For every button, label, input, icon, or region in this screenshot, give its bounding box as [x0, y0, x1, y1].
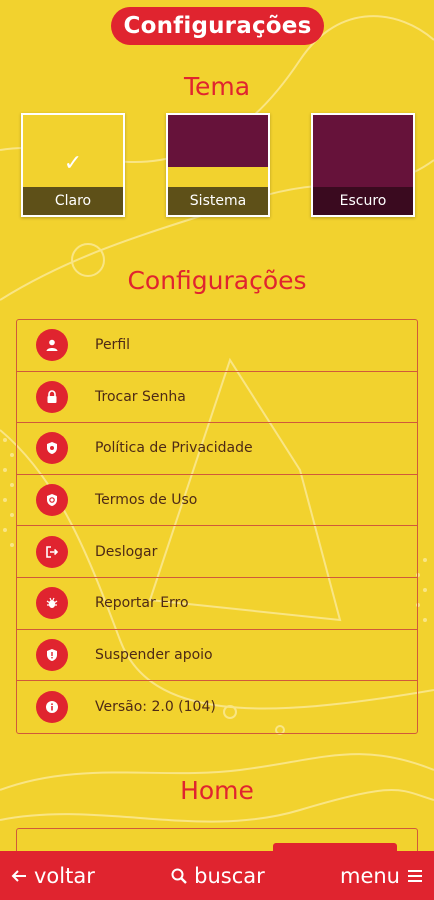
settings-item-label: Versão: 2.0 (104) [95, 698, 216, 715]
settings-item-privacy-policy[interactable]: Política de Privacidade [17, 423, 417, 475]
settings-item-label: Deslogar [95, 543, 158, 560]
lock-icon [36, 380, 68, 413]
theme-option-label: Claro [23, 187, 123, 215]
settings-item-report-error[interactable]: Reportar Erro [17, 578, 417, 630]
theme-option-light[interactable]: ✓ Claro [21, 113, 125, 217]
shield-at-icon [36, 484, 68, 517]
arrow-left-icon [11, 869, 26, 882]
info-icon [36, 690, 68, 723]
search-icon [171, 868, 187, 884]
settings-item-suspend-support[interactable]: Suspender apoio [17, 630, 417, 682]
menu-button-label: menu [340, 863, 400, 888]
settings-item-label: Suspender apoio [95, 646, 213, 663]
theme-option-label: Escuro [313, 187, 413, 215]
settings-item-label: Perfil [95, 337, 131, 354]
search-button-label: buscar [194, 863, 265, 888]
theme-option-dark[interactable]: Escuro [311, 113, 415, 217]
settings-item-terms[interactable]: Termos de Uso [17, 475, 417, 527]
settings-item-label: Trocar Senha [95, 388, 186, 405]
settings-item-label: Termos de Uso [95, 492, 198, 509]
settings-item-label: Política de Privacidade [95, 440, 253, 457]
hamburger-icon [408, 869, 422, 882]
menu-button[interactable]: menu [340, 864, 424, 888]
checkmark-icon: ✓ [63, 151, 83, 176]
search-button[interactable]: buscar [170, 864, 265, 888]
shield-icon [36, 432, 68, 465]
user-icon [36, 329, 68, 362]
home-section-title: Home [180, 776, 254, 805]
back-button-label: voltar [34, 863, 95, 888]
back-button[interactable]: voltar [10, 864, 95, 888]
settings-screen: Configurações Tema ✓ Claro Sistema Escur… [0, 0, 434, 900]
settings-section-title: Configurações [127, 266, 307, 295]
settings-item-version: Versão: 2.0 (104) [17, 681, 417, 733]
settings-list: Perfil Trocar Senha Política de Privacid… [16, 319, 418, 734]
settings-item-logout[interactable]: Deslogar [17, 526, 417, 578]
theme-option-label: Sistema [168, 187, 268, 215]
theme-option-system[interactable]: Sistema [166, 113, 270, 217]
theme-section-title: Tema [183, 72, 251, 101]
logout-icon [36, 535, 68, 568]
page-title: Configurações [111, 7, 324, 45]
bug-icon [36, 587, 68, 620]
shield-alert-icon [36, 638, 68, 671]
settings-item-label: Reportar Erro [95, 595, 189, 612]
settings-item-profile[interactable]: Perfil [17, 320, 417, 372]
bottom-navigation: voltar buscar menu [0, 851, 434, 900]
settings-item-change-password[interactable]: Trocar Senha [17, 372, 417, 424]
